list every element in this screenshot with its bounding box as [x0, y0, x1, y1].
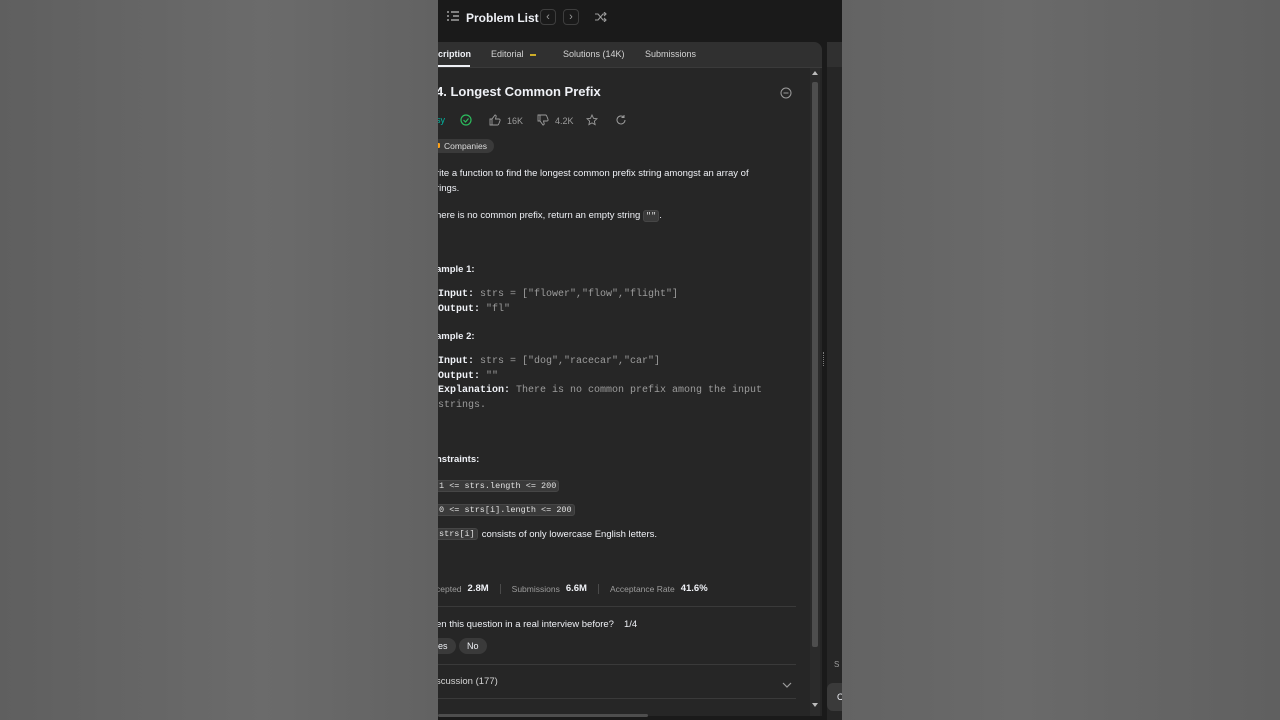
- description-line-1: rite a function to find the longest comm…: [438, 168, 749, 179]
- example-2-explanation-value: There is no common prefix among the inpu…: [510, 385, 763, 396]
- chevron-left-icon: ‹: [546, 11, 550, 23]
- top-bar: Problem List ‹ ›: [438, 0, 842, 36]
- tab-editorial[interactable]: Editorial: [491, 49, 537, 60]
- submission-stats: cepted 2.8M Submissions 6.6M Acceptance …: [438, 583, 708, 594]
- tab-editorial-label: Editorial: [491, 49, 524, 59]
- submissions-value: 6.6M: [565, 583, 587, 594]
- difficulty-badge: sy: [438, 115, 445, 125]
- example-2-output-value: "": [480, 370, 499, 382]
- constraint-2: 0 <= strs[i].length <= 200: [438, 504, 575, 516]
- code-editor-header: [827, 42, 842, 67]
- scroll-down-arrow[interactable]: [812, 703, 818, 707]
- divider: [438, 664, 796, 665]
- example-2-input-label: Input:: [438, 356, 475, 367]
- tab-solutions[interactable]: Solutions (14K): [563, 49, 625, 59]
- example-2-input-value: strs = ["dog","racecar","car"]: [474, 356, 661, 367]
- like-count: 16K: [507, 116, 524, 126]
- example-1-heading: ample 1:: [438, 264, 475, 275]
- description2-period: .: [659, 210, 662, 221]
- shuffle-icon[interactable]: [593, 9, 609, 25]
- example-1-output-value: "fl": [480, 303, 511, 315]
- example-2-explanation-line2: strings.: [438, 399, 487, 411]
- yes-button[interactable]: es: [438, 638, 456, 654]
- divider: [438, 606, 796, 607]
- blurred-background-left: [0, 0, 438, 720]
- lightbulb-icon: [529, 50, 537, 60]
- problem-content: 4. Longest Common Prefix sy 16K 4.2K Com…: [438, 68, 810, 716]
- constraint-1-code: 1 <= strs.length <= 200: [438, 480, 560, 492]
- like-button[interactable]: 16K: [489, 114, 523, 128]
- active-tab-underline: [438, 65, 470, 67]
- share-icon[interactable]: [615, 114, 627, 126]
- prev-problem-button[interactable]: ‹: [540, 9, 556, 25]
- lock-icon: [438, 143, 440, 148]
- editor-partial-text: S: [834, 660, 840, 669]
- example-2-output-label: Output:: [438, 370, 481, 382]
- accepted-label: cepted: [438, 583, 462, 594]
- interview-pagination: 1/4: [623, 619, 638, 630]
- interview-question-text: en this question in a real interview bef…: [438, 619, 614, 630]
- empty-string-code: "": [642, 210, 660, 222]
- code-editor-pane: [827, 42, 842, 720]
- star-icon[interactable]: [586, 114, 598, 126]
- constraint-3-text: consists of only lowercase English lette…: [481, 528, 658, 540]
- example-1-input-value: strs = ["flower","flow","flight"]: [474, 289, 679, 300]
- problem-title[interactable]: 4. Longest Common Prefix: [438, 84, 601, 99]
- tab-bar: cription Editorial Solutions (14K) Submi…: [438, 42, 822, 68]
- pane-resize-handle[interactable]: [823, 352, 826, 366]
- dislike-count: 4.2K: [555, 116, 574, 126]
- example-2-block: Input: strs = ["dog","racecar","car"] Ou…: [438, 355, 762, 413]
- submissions-label: Submissions: [511, 583, 560, 594]
- tab-submissions[interactable]: Submissions: [645, 49, 696, 59]
- problem-list-label: Problem List: [466, 11, 539, 25]
- constraint-2-code: 0 <= strs[i].length <= 200: [438, 504, 575, 516]
- chevron-down-icon[interactable]: [782, 676, 792, 694]
- dislike-button[interactable]: 4.2K: [537, 114, 574, 128]
- problem-list-button[interactable]: Problem List: [446, 9, 539, 27]
- description-panel: cription Editorial Solutions (14K) Submi…: [438, 42, 822, 716]
- constraint-3: strs[i] consists of only lowercase Engli…: [438, 528, 657, 540]
- blurred-background-right: [842, 0, 1280, 720]
- scroll-up-arrow[interactable]: [812, 71, 818, 75]
- constraint-3-code: strs[i]: [438, 528, 478, 540]
- thumbs-up-icon: [489, 114, 501, 128]
- problem-description: rite a function to find the longest comm…: [438, 166, 749, 196]
- console-partial-label: C: [837, 692, 842, 702]
- description2-text: here is no common prefix, return an empt…: [438, 210, 643, 221]
- example-1-input-label: Input:: [438, 289, 475, 300]
- chevron-right-icon: ›: [569, 11, 573, 23]
- stats-divider: [499, 583, 501, 594]
- horizontal-scrollbar-thumb[interactable]: [438, 714, 648, 717]
- acceptance-rate-label: Acceptance Rate: [609, 583, 675, 594]
- vertical-scrollbar-thumb[interactable]: [812, 82, 818, 647]
- next-problem-button[interactable]: ›: [563, 9, 579, 25]
- tab-description[interactable]: cription: [438, 49, 471, 59]
- no-button[interactable]: No: [459, 638, 487, 654]
- list-icon: [446, 9, 460, 27]
- companies-label: Companies: [444, 141, 487, 151]
- stats-divider: [597, 583, 599, 594]
- example-2-heading: ample 2:: [438, 331, 475, 342]
- leetcode-app: Problem List ‹ › cription Editorial Solu…: [438, 0, 842, 720]
- constraints-heading: nstraints:: [438, 454, 480, 465]
- companies-tag[interactable]: Companies: [438, 139, 494, 153]
- accepted-value: 2.8M: [467, 583, 489, 594]
- acceptance-rate-value: 41.6%: [680, 583, 708, 594]
- solved-check-icon: [460, 114, 472, 126]
- interview-question: en this question in a real interview bef…: [438, 619, 637, 630]
- more-options-icon[interactable]: [780, 86, 792, 104]
- description-line-2: rings.: [438, 183, 460, 194]
- discussion-section-label[interactable]: scussion (177): [438, 676, 498, 687]
- constraint-1: 1 <= strs.length <= 200: [438, 480, 560, 492]
- thumbs-down-icon: [537, 114, 549, 128]
- divider: [438, 698, 796, 699]
- example-2-explanation-label: Explanation:: [438, 385, 511, 396]
- example-1-block: Input: strs = ["flower","flow","flight"]…: [438, 288, 678, 317]
- example-1-output-label: Output:: [438, 303, 481, 315]
- problem-description-2: here is no common prefix, return an empt…: [438, 208, 662, 224]
